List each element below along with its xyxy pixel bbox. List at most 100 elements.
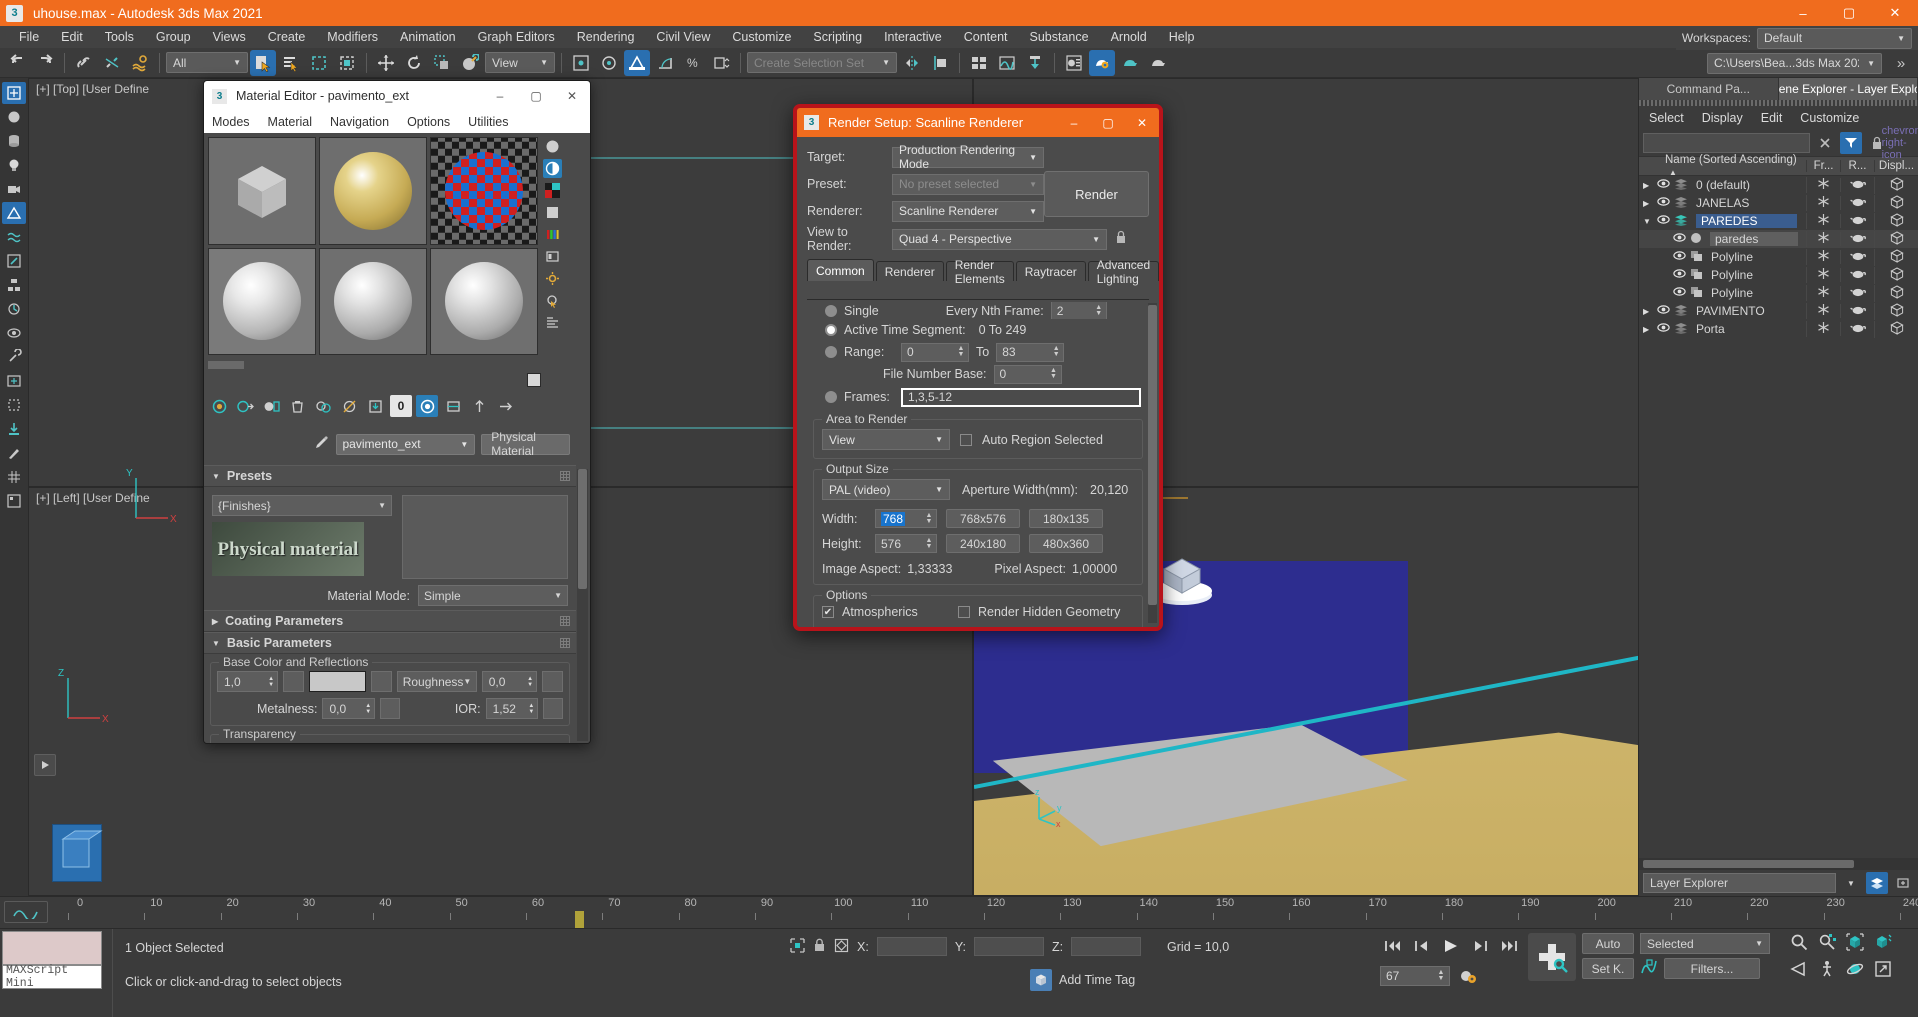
reference-coordinate-dropdown[interactable]: View ▼	[485, 52, 555, 73]
rollout-grip-icon[interactable]	[560, 616, 570, 626]
reset-map-material-icon[interactable]	[286, 395, 308, 417]
menu-display[interactable]: Display	[1702, 111, 1743, 125]
transparency-roughness-dropdown[interactable]: Roughness ▼	[397, 743, 477, 744]
select-and-link-icon[interactable]	[71, 50, 97, 76]
spinner-icon[interactable]: ▲▼	[268, 676, 274, 688]
options-icon[interactable]	[543, 269, 562, 288]
chevron-right-icon[interactable]: chevron-right-icon	[1892, 132, 1914, 154]
sample-uv-tiling-icon[interactable]	[543, 203, 562, 222]
menu-content[interactable]: Content	[953, 26, 1019, 48]
import-icon[interactable]	[2, 418, 26, 440]
go-to-parent-icon[interactable]	[468, 395, 490, 417]
ior-map-button[interactable]	[543, 698, 563, 719]
put-to-library-icon[interactable]	[364, 395, 386, 417]
layer-name-cell[interactable]: ▶Porta	[1639, 322, 1806, 337]
menu-rendering[interactable]: Rendering	[566, 26, 646, 48]
frame-spinner-icon[interactable]: ▲▼	[1436, 970, 1446, 982]
tab-renderer[interactable]: Renderer	[876, 261, 944, 281]
maxscript-output-field[interactable]	[2, 931, 102, 965]
chevron-right-icon[interactable]: ▶	[1643, 307, 1653, 316]
pencil-tool-icon[interactable]	[2, 442, 26, 464]
rectangular-selection-region-icon[interactable]	[306, 50, 332, 76]
chevron-right-icon[interactable]: ▶	[1643, 181, 1653, 190]
menu-utilities[interactable]: Utilities	[468, 115, 508, 129]
make-unique-icon[interactable]	[338, 395, 360, 417]
sample-slot[interactable]	[319, 248, 427, 356]
viewport-label-left[interactable]: [+] [Left] [User Define	[36, 491, 150, 505]
layer-name-cell[interactable]: ▶PAVIMENTO	[1639, 304, 1806, 319]
material-editor-window[interactable]: 3 Material Editor - pavimento_ext – ▢ ✕ …	[203, 80, 591, 744]
preset-category-dropdown[interactable]: {Finishes} ▼	[212, 495, 392, 516]
base-color-swatch[interactable]	[309, 671, 366, 692]
eye-visibility-icon[interactable]	[1673, 250, 1686, 264]
viewport-config-icon[interactable]	[2, 490, 26, 512]
renderer-dropdown[interactable]: Scanline Renderer ▼	[892, 201, 1044, 222]
display-cell[interactable]	[1874, 177, 1918, 194]
redo-icon[interactable]	[32, 50, 58, 76]
goto-start-icon[interactable]	[1380, 933, 1406, 959]
menu-create[interactable]: Create	[257, 26, 317, 48]
slot-scroll-thumb[interactable]	[208, 361, 244, 369]
play-animation-icon[interactable]	[1438, 933, 1464, 959]
selection-filter-dropdown[interactable]: All ▼	[166, 52, 248, 73]
goto-end-icon[interactable]	[1496, 933, 1522, 959]
size-preset-240x180[interactable]: 240x180	[946, 534, 1020, 553]
render-cell[interactable]	[1840, 214, 1874, 228]
cylinder-tool-icon[interactable]	[2, 130, 26, 152]
chevron-down-icon[interactable]: ▼	[1643, 217, 1653, 226]
menu-options[interactable]: Options	[407, 115, 450, 129]
bind-to-space-warp-icon[interactable]	[127, 50, 153, 76]
new-layer-icon[interactable]	[1892, 872, 1914, 894]
search-input[interactable]	[1643, 133, 1810, 153]
layer-name-cell[interactable]: paredes	[1639, 232, 1806, 247]
select-and-move-icon[interactable]	[373, 50, 399, 76]
base-weight-map-button[interactable]	[283, 671, 304, 692]
minimize-button[interactable]: –	[1057, 108, 1091, 137]
material-editor-icon[interactable]	[1061, 50, 1087, 76]
material-type-button[interactable]: Physical Material	[481, 434, 570, 455]
eyedropper-icon[interactable]	[313, 434, 330, 454]
roughness-mode-dropdown[interactable]: Roughness ▼	[397, 671, 477, 692]
menu-substance[interactable]: Substance	[1019, 26, 1100, 48]
auto-key-button[interactable]: Auto	[1582, 933, 1634, 954]
named-selection-set-input[interactable]: Create Selection Set ▼	[747, 52, 897, 73]
transparency-color-swatch[interactable]	[309, 743, 366, 744]
transparency-weight-map-button[interactable]	[283, 743, 304, 744]
width-field[interactable]: 768 ▲▼	[875, 509, 937, 528]
display-cell[interactable]	[1874, 213, 1918, 230]
size-preset-768x576[interactable]: 768x576	[946, 509, 1020, 528]
workspace-dropdown[interactable]: Default ▼	[1757, 28, 1912, 49]
maxscript-mini-listener[interactable]: MAXScript Mini	[2, 931, 102, 989]
material-name-dropdown[interactable]: pavimento_ext ▼	[336, 434, 476, 455]
presets-rollout-header[interactable]: ▼ Presets	[204, 465, 576, 487]
tab-render-elements[interactable]: Render Elements	[946, 261, 1014, 281]
menu-interactive[interactable]: Interactive	[873, 26, 953, 48]
freeze-cell[interactable]	[1806, 213, 1840, 229]
display-cell[interactable]	[1874, 249, 1918, 266]
base-weight-field[interactable]: 1,0 ▲▼	[217, 671, 278, 692]
spinner-icon[interactable]: ▲▼	[1051, 346, 1061, 358]
atmospherics-checkbox[interactable]: ✔	[822, 606, 834, 618]
time-slider[interactable]	[575, 911, 584, 929]
display-cell[interactable]	[1874, 231, 1918, 248]
curve-editor-icon[interactable]	[994, 50, 1020, 76]
menu-material[interactable]: Material	[268, 115, 312, 129]
close-button[interactable]: ✕	[554, 81, 590, 111]
transparency-roughness-map-button[interactable]	[542, 743, 563, 744]
grid-toggle-icon[interactable]	[2, 466, 26, 488]
spinner-icon[interactable]: ▲▼	[1049, 368, 1059, 380]
add-time-tag-group[interactable]: Add Time Tag	[1030, 969, 1135, 991]
freeze-cell[interactable]	[1806, 285, 1840, 301]
column-freeze[interactable]: Fr...	[1806, 160, 1840, 172]
layer-explorer-icon[interactable]	[966, 50, 992, 76]
display-cell[interactable]	[1874, 285, 1918, 302]
sphere-tool-icon[interactable]	[2, 106, 26, 128]
open-track-view-button[interactable]	[4, 901, 48, 923]
horizontal-scrollbar[interactable]	[1639, 858, 1918, 870]
render-cell[interactable]	[1840, 304, 1874, 318]
sample-type-icon[interactable]	[543, 137, 562, 156]
put-material-to-scene-icon[interactable]	[234, 395, 256, 417]
walk-through-icon[interactable]	[1818, 960, 1836, 981]
absolute-relative-transform-icon[interactable]	[834, 938, 849, 956]
project-folder-dropdown[interactable]: C:\Users\Bea...3ds Max 202: ▼	[1707, 53, 1882, 74]
